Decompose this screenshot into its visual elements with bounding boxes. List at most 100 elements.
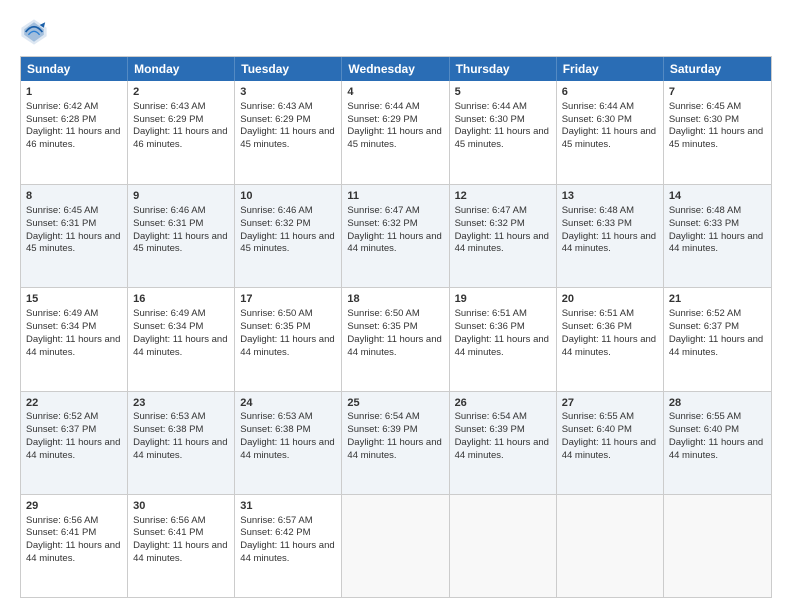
daylight: Daylight: 11 hours and 45 minutes.: [455, 126, 549, 150]
daylight: Daylight: 11 hours and 44 minutes.: [133, 540, 227, 564]
sunrise: Sunrise: 6:54 AM: [347, 411, 419, 422]
sunrise: Sunrise: 6:43 AM: [133, 101, 205, 112]
day-header-tuesday: Tuesday: [235, 57, 342, 81]
cal-cell: 5Sunrise: 6:44 AM Sunset: 6:30 PMDaylight…: [450, 81, 557, 184]
calendar-week-1: 1Sunrise: 6:42 AMSunset: 6:28 PMDaylight…: [21, 81, 771, 184]
cal-cell: 29Sunrise: 6:56 AMSunset: 6:41 PMDayligh…: [21, 495, 128, 597]
day-number: 19: [455, 292, 551, 307]
cal-cell: 30Sunrise: 6:56 AMSunset: 6:41 PMDayligh…: [128, 495, 235, 597]
day-number: 2: [133, 85, 229, 100]
sunrise: Sunrise: 6:42 AM: [26, 101, 98, 112]
day-number: 21: [669, 292, 766, 307]
sunset: Sunset: 6:31 PM: [133, 218, 203, 229]
daylight: Daylight: 11 hours and 44 minutes.: [347, 334, 441, 358]
sunrise: Sunrise: 6:45 AM: [26, 205, 98, 216]
sunrise: Sunrise: 6:53 AM: [240, 411, 312, 422]
cal-cell: 16Sunrise: 6:49 AMSunset: 6:34 PMDayligh…: [128, 288, 235, 390]
day-number: 18: [347, 292, 443, 307]
day-number: 14: [669, 189, 766, 204]
daylight: Daylight: 11 hours and 44 minutes.: [562, 437, 656, 461]
sunrise: Sunrise: 6:43 AM: [240, 101, 312, 112]
sunset: Sunset: 6:34 PM: [133, 321, 203, 332]
cal-cell: 28Sunrise: 6:55 AMSunset: 6:40 PMDayligh…: [664, 392, 771, 494]
daylight: Daylight: 11 hours and 44 minutes.: [240, 437, 334, 461]
day-header-thursday: Thursday: [450, 57, 557, 81]
sunset: Sunset: 6:35 PM: [347, 321, 417, 332]
sunset: Sunset: 6:31 PM: [26, 218, 96, 229]
cal-cell: 6Sunrise: 6:44 AMSunset: 6:30 PMDaylight…: [557, 81, 664, 184]
day-number: 8: [26, 189, 122, 204]
calendar-week-3: 15Sunrise: 6:49 AMSunset: 6:34 PMDayligh…: [21, 287, 771, 390]
sunrise: Sunrise: 6:55 AM: [562, 411, 634, 422]
daylight: Daylight: 11 hours and 44 minutes.: [562, 231, 656, 255]
day-number: 31: [240, 499, 336, 514]
cal-cell: 27Sunrise: 6:55 AM Sunset: 6:40 PM Dayligh…: [557, 392, 664, 494]
day-number: 10: [240, 189, 336, 204]
sunrise: Sunrise: 6:44 AM: [347, 101, 419, 112]
cal-cell: 18Sunrise: 6:50 AMSunset: 6:35 PMDayligh…: [342, 288, 449, 390]
cal-cell: 20Sunrise: 6:51 AMSunset: 6:36 PMDayligh…: [557, 288, 664, 390]
cal-cell: 10Sunrise: 6:46 AMSunset: 6:32 PMDayligh…: [235, 185, 342, 287]
logo: [20, 18, 54, 46]
day-header-wednesday: Wednesday: [342, 57, 449, 81]
cal-cell: 17Sunrise: 6:50 AMSunset: 6:35 PMDayligh…: [235, 288, 342, 390]
day-number: 27: [562, 396, 658, 411]
sunrise: Sunrise: 6:54 AM: [455, 411, 527, 422]
sunset: Sunset: 6:30 PM: [455, 114, 525, 125]
sunset: Sunset: 6:39 PM: [347, 424, 417, 435]
sunrise: Sunrise: 6:55 AM: [669, 411, 741, 422]
sunset: Sunset: 6:42 PM: [240, 527, 310, 538]
sunset: Sunset: 6:33 PM: [562, 218, 632, 229]
day-number: 5: [455, 85, 551, 100]
calendar-body: 1Sunrise: 6:42 AMSunset: 6:28 PMDaylight…: [21, 81, 771, 597]
day-number: 12: [455, 189, 551, 204]
daylight: Daylight: 11 hours and 45 minutes.: [240, 126, 334, 150]
sunset: Sunset: 6:38 PM: [240, 424, 310, 435]
cal-cell: 23Sunrise: 6:53 AMSunset: 6:38 PMDayligh…: [128, 392, 235, 494]
day-header-friday: Friday: [557, 57, 664, 81]
calendar-week-4: 22Sunrise: 6:52 AMSunset: 6:37 PMDayligh…: [21, 391, 771, 494]
daylight: Daylight: 11 hours and 44 minutes.: [26, 334, 120, 358]
sunrise: Sunrise: 6:44 AM: [455, 101, 527, 112]
cal-cell: 13Sunrise: 6:48 AMSunset: 6:33 PMDayligh…: [557, 185, 664, 287]
day-number: 22: [26, 396, 122, 411]
sunset: Sunset: 6:40 PM: [562, 424, 632, 435]
cal-cell: 15Sunrise: 6:49 AMSunset: 6:34 PMDayligh…: [21, 288, 128, 390]
daylight: Daylight: 11 hours and 44 minutes.: [669, 437, 763, 461]
day-number: 11: [347, 189, 443, 204]
cal-cell: 26Sunrise: 6:54 AMSunset: 6:39 PMDayligh…: [450, 392, 557, 494]
day-number: 4: [347, 85, 443, 100]
day-number: 20: [562, 292, 658, 307]
cal-cell: 8Sunrise: 6:45 AMSunset: 6:31 PMDaylight…: [21, 185, 128, 287]
daylight: Daylight: 11 hours and 44 minutes.: [240, 540, 334, 564]
header: [20, 18, 772, 46]
sunset: Sunset: 6:32 PM: [347, 218, 417, 229]
sunset: Sunset: 6:32 PM: [455, 218, 525, 229]
sunset: Sunset: 6:34 PM: [26, 321, 96, 332]
cal-cell: [557, 495, 664, 597]
sunset: Sunset: 6:29 PM: [347, 114, 417, 125]
day-header-sunday: Sunday: [21, 57, 128, 81]
daylight: Daylight: 11 hours and 44 minutes.: [26, 437, 120, 461]
daylight: Daylight: 11 hours and 44 minutes.: [562, 334, 656, 358]
sunset: Sunset: 6:38 PM: [133, 424, 203, 435]
sunset: Sunset: 6:33 PM: [669, 218, 739, 229]
day-number: 23: [133, 396, 229, 411]
cal-cell: [450, 495, 557, 597]
calendar-header: SundayMondayTuesdayWednesdayThursdayFrid…: [21, 57, 771, 81]
sunset: Sunset: 6:36 PM: [455, 321, 525, 332]
daylight: Daylight: 11 hours and 44 minutes.: [455, 437, 549, 461]
day-number: 16: [133, 292, 229, 307]
day-number: 25: [347, 396, 443, 411]
sunset: Sunset: 6:35 PM: [240, 321, 310, 332]
daylight: Daylight: 11 hours and 44 minutes.: [240, 334, 334, 358]
cal-cell: 25Sunrise: 6:54 AM Sunset: 6:39 PM Dayligh…: [342, 392, 449, 494]
day-number: 17: [240, 292, 336, 307]
daylight: Daylight: 11 hours and 46 minutes.: [26, 126, 120, 150]
day-header-monday: Monday: [128, 57, 235, 81]
day-number: 29: [26, 499, 122, 514]
sunrise: Sunrise: 6:56 AM: [133, 515, 205, 526]
daylight: Daylight: 11 hours and 44 minutes.: [347, 437, 441, 461]
sunrise: Sunrise: 6:51 AM: [455, 308, 527, 319]
sunset: Sunset: 6:29 PM: [240, 114, 310, 125]
